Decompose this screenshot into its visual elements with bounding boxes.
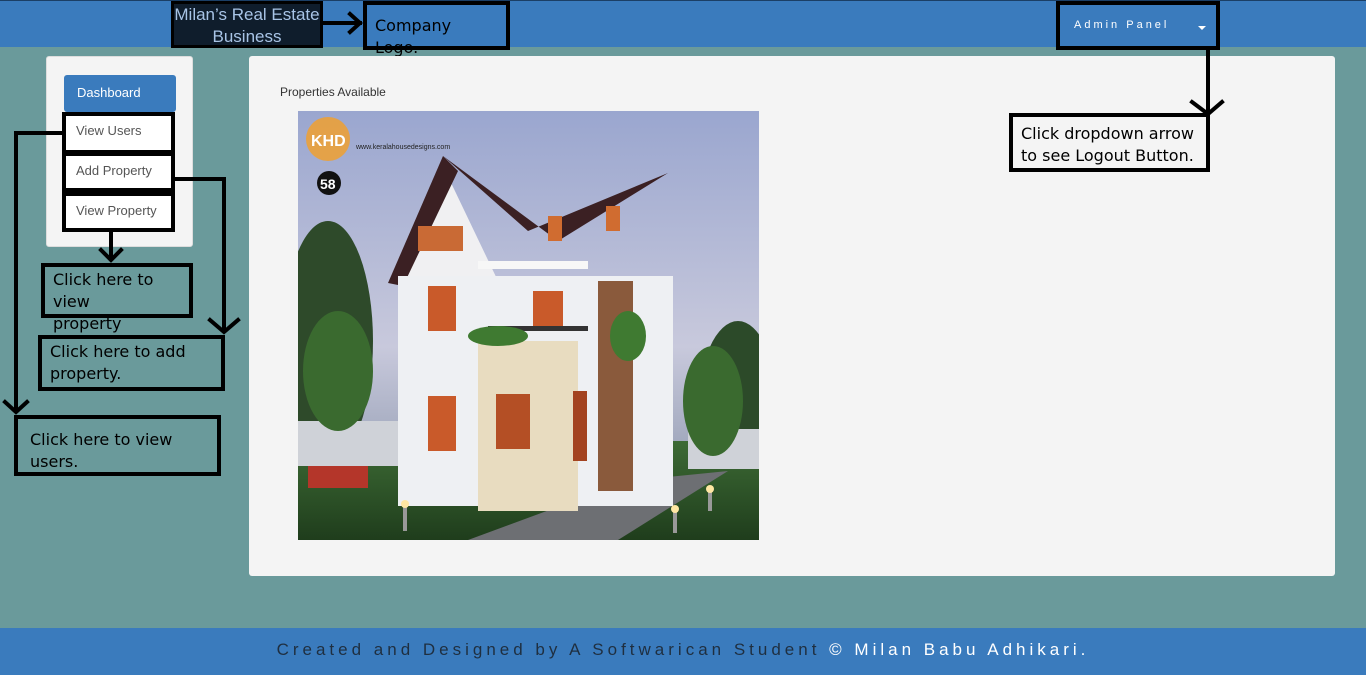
annotation-line: Click here to view xyxy=(30,430,173,449)
house-photo: KHD www.keralahousedesigns.com 58 xyxy=(298,111,759,540)
caret-down-icon[interactable] xyxy=(1198,26,1206,30)
admin-panel-dropdown[interactable]: Admin Panel xyxy=(1056,1,1220,50)
admin-panel-label: Admin Panel xyxy=(1074,19,1170,31)
view-users-annotation: Click here to view users. xyxy=(14,415,221,476)
logout-annotation: Click dropdown arrow to see Logout Butto… xyxy=(1009,113,1210,172)
image-logo: KHD xyxy=(311,133,346,150)
sidebar-item-label: Add Property xyxy=(76,163,152,178)
sidebar-item-view-users[interactable]: View Users xyxy=(62,112,175,154)
annotation-line: Click here to add xyxy=(50,342,186,361)
image-number: 58 xyxy=(320,176,336,192)
sidebar-item-view-property[interactable]: View Property xyxy=(62,192,175,232)
annotation-line: to see Logout Button. xyxy=(1021,146,1194,165)
company-brand[interactable]: Milan’s Real Estate Business xyxy=(171,1,323,48)
annotation-line: property. xyxy=(50,364,122,383)
footer: Created and Designed by A Softwarican St… xyxy=(0,628,1366,675)
sidebar-item-label: View Property xyxy=(76,203,157,218)
annotation-line: users. xyxy=(30,452,79,471)
brand-line-2: Business xyxy=(212,27,282,46)
annotation-line: Click dropdown arrow xyxy=(1021,124,1194,143)
image-watermark: www.keralahousedesigns.com xyxy=(355,144,450,151)
view-property-annotation: Click here to view property details. xyxy=(41,263,193,355)
annotation-line: Click here to view xyxy=(53,270,154,311)
sidebar-item-dashboard[interactable]: Dashboard xyxy=(64,75,176,112)
footer-text: Created and Designed by A Softwarican St… xyxy=(276,640,821,659)
logo-annotation: Company Logo. xyxy=(363,1,510,57)
brand-line-1: Milan’s Real Estate xyxy=(174,5,320,24)
footer-author: © Milan Babu Adhikari. xyxy=(829,640,1090,659)
page-title: Properties Available xyxy=(280,85,386,99)
property-image[interactable]: KHD www.keralahousedesigns.com 58 xyxy=(298,111,759,540)
sidebar-item-label: View Users xyxy=(76,123,142,138)
sidebar-item-label: Dashboard xyxy=(77,85,141,100)
logo-annotation-text: Company Logo. xyxy=(375,16,452,57)
sidebar-item-add-property[interactable]: Add Property xyxy=(62,152,175,192)
add-property-annotation: Click here to add property. xyxy=(38,335,225,391)
